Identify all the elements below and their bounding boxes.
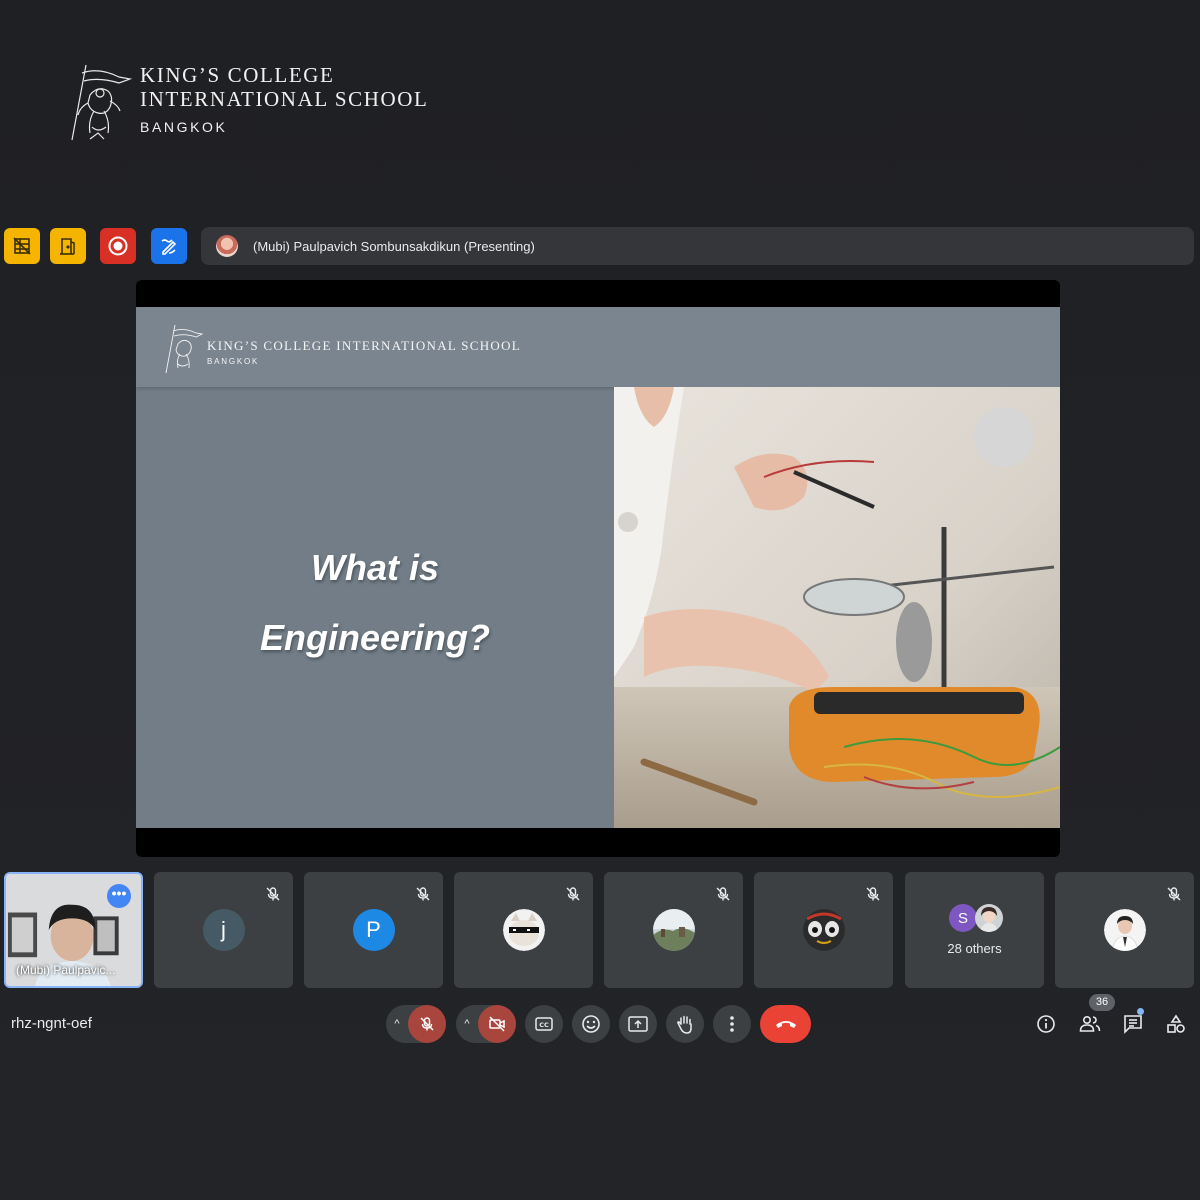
grid-off-icon — [13, 237, 31, 255]
mic-off-icon — [1167, 887, 1181, 901]
mic-off-icon — [866, 887, 880, 901]
mic-off-icon — [266, 887, 280, 901]
people-icon — [1079, 1015, 1101, 1032]
chevron-up-icon[interactable]: ^ — [456, 1018, 478, 1030]
chevron-up-icon[interactable]: ^ — [386, 1018, 408, 1030]
pen-sparkle-icon — [161, 239, 177, 255]
participant-tile-p[interactable]: P — [304, 872, 443, 988]
more-options-icon[interactable]: ••• — [107, 884, 131, 908]
info-icon — [1037, 1015, 1055, 1033]
present-screen-button[interactable] — [619, 1005, 657, 1043]
activities-button[interactable] — [1164, 1012, 1188, 1036]
participant-tile-landscape[interactable] — [604, 872, 743, 988]
raise-hand-button[interactable] — [666, 1005, 704, 1043]
door-extension-button[interactable] — [50, 228, 86, 264]
captions-button[interactable]: CC — [525, 1005, 563, 1043]
slide-title: What is Engineering? — [136, 533, 614, 673]
slide-title-line1: What is — [310, 547, 439, 588]
mic-off-icon — [420, 1017, 434, 1031]
present-screen-icon — [628, 1016, 648, 1032]
participant-tile-character[interactable] — [754, 872, 893, 988]
character-avatar — [802, 909, 845, 951]
participant-tile-j[interactable]: j — [154, 872, 293, 988]
record-icon — [108, 236, 128, 256]
closed-captions-icon: CC — [535, 1017, 553, 1031]
cat-sunglasses-avatar — [502, 909, 545, 951]
slide-title-line2: Engineering? — [259, 617, 490, 658]
mic-control[interactable]: ^ — [386, 1005, 446, 1043]
slide-school-name: KING’S COLLEGE INTERNATIONAL SCHOOL — [207, 338, 522, 353]
participant-count-badge: 36 — [1089, 994, 1115, 1011]
activities-shapes-icon — [1167, 1014, 1185, 1033]
woman-soldering-electronics-photo — [614, 387, 1060, 828]
svg-text:CC: CC — [539, 1021, 549, 1029]
participant-avatar: P — [352, 909, 395, 951]
meeting-details-button[interactable] — [1034, 1012, 1058, 1036]
chat-icon — [1124, 1015, 1142, 1034]
camera-toggle-button[interactable] — [478, 1005, 516, 1043]
more-options-button[interactable] — [713, 1005, 751, 1043]
school-name-line2: INTERNATIONAL SCHOOL — [140, 87, 429, 111]
participant-tile-person[interactable] — [1055, 872, 1194, 988]
mic-off-icon — [566, 887, 580, 901]
record-button[interactable] — [100, 228, 136, 264]
slide-header: KING’S COLLEGE INTERNATIONAL SCHOOL BANG… — [136, 307, 1060, 387]
leave-call-button[interactable] — [760, 1005, 811, 1043]
chat-button[interactable] — [1121, 1012, 1145, 1036]
camera-off-icon — [489, 1016, 505, 1032]
reactions-button[interactable] — [572, 1005, 610, 1043]
mic-off-icon — [416, 887, 430, 901]
meet-window: KING’S COLLEGE INTERNATIONAL SCHOOL BANG… — [0, 0, 1200, 1200]
door-icon — [60, 238, 75, 255]
landscape-avatar — [652, 909, 695, 951]
pen-extension-button[interactable] — [151, 228, 187, 264]
presentation-slide: KING’S COLLEGE INTERNATIONAL SCHOOL BANG… — [136, 307, 1060, 828]
presenting-banner: (Mubi) Paulpavich Sombunsakdikun (Presen… — [201, 227, 1194, 265]
end-call-icon — [775, 1021, 796, 1028]
more-vert-icon — [730, 1016, 734, 1032]
chat-notification-dot — [1137, 1008, 1144, 1015]
grid-view-extension-button[interactable] — [4, 228, 40, 264]
self-name-label: (Mubi) Paulpavic... — [16, 963, 116, 977]
school-crest-logo — [71, 64, 133, 141]
emoji-icon — [582, 1015, 600, 1033]
others-tile[interactable]: S 28 others — [905, 872, 1044, 988]
person-avatar — [1103, 909, 1146, 951]
mic-toggle-button[interactable] — [408, 1005, 446, 1043]
mic-off-icon — [716, 887, 730, 901]
others-avatar-photo — [975, 904, 1003, 932]
self-video-tile[interactable]: ••• (Mubi) Paulpavic... — [4, 872, 143, 988]
shared-screen: KING’S COLLEGE INTERNATIONAL SCHOOL BANG… — [136, 280, 1060, 857]
slide-crest-logo — [165, 324, 204, 374]
school-name-line1: KING’S COLLEGE — [140, 63, 335, 87]
others-count-label: 28 others — [947, 941, 1002, 956]
people-button[interactable] — [1078, 1012, 1102, 1036]
slide-school-location: BANGKOK — [207, 357, 260, 366]
presenter-avatar — [216, 235, 238, 257]
meeting-code: rhz-ngnt-oef — [11, 1015, 92, 1032]
camera-control[interactable]: ^ — [456, 1005, 516, 1043]
participant-avatar: j — [202, 909, 245, 951]
participant-tile-cat[interactable] — [454, 872, 593, 988]
others-avatar-s: S — [949, 904, 977, 932]
school-location: BANGKOK — [140, 119, 228, 135]
presenting-text: (Mubi) Paulpavich Sombunsakdikun (Presen… — [253, 238, 535, 254]
hand-icon — [677, 1015, 692, 1034]
school-branding: KING’S COLLEGE INTERNATIONAL SCHOOL BANG… — [64, 55, 428, 145]
